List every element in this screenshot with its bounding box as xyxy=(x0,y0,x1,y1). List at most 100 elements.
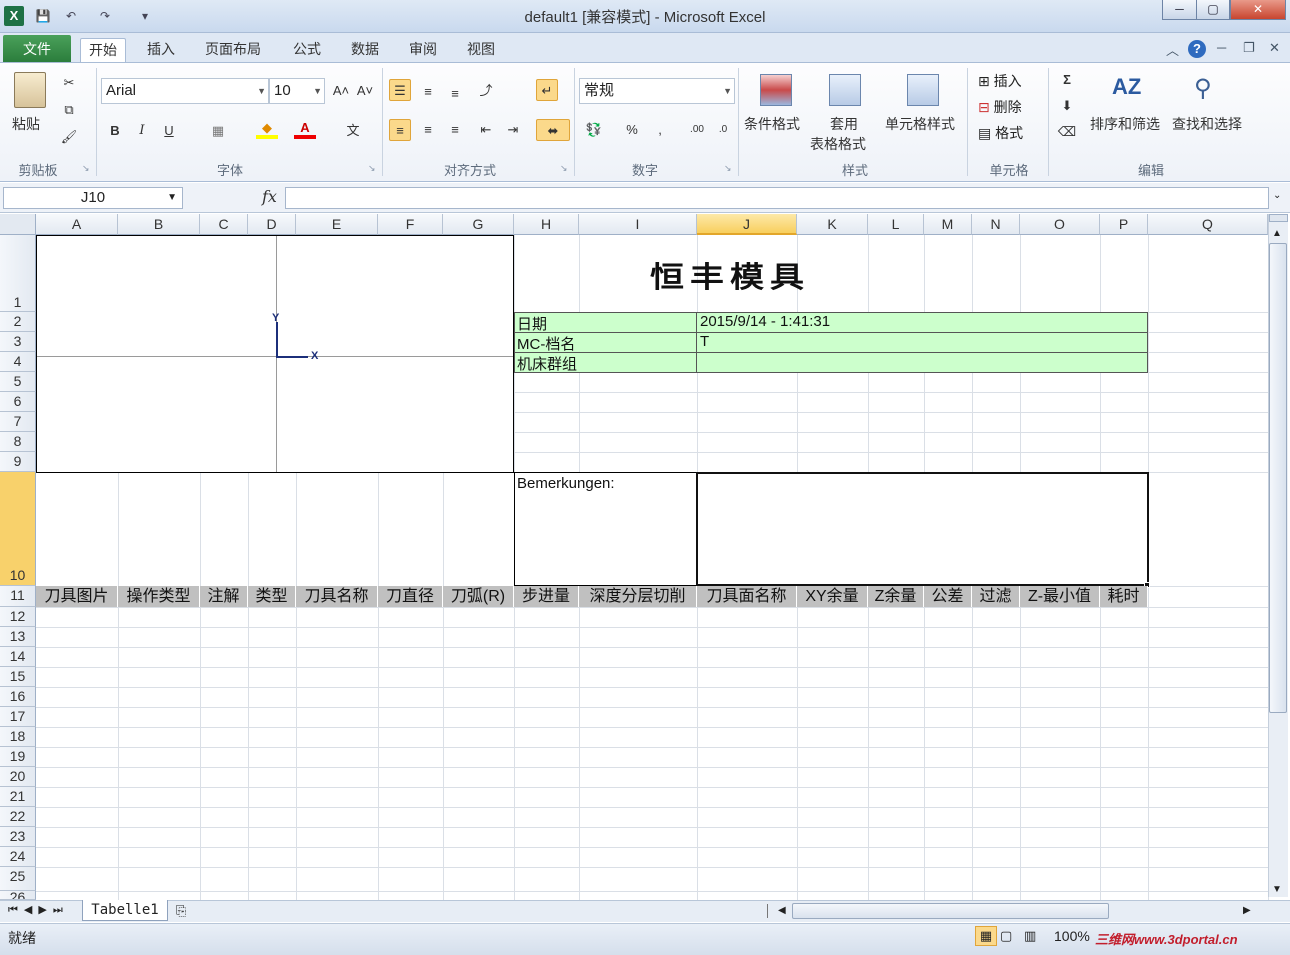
insert-cells-button[interactable]: ⊞ 插入 xyxy=(978,71,1022,91)
border-icon[interactable]: ▦ xyxy=(207,120,229,142)
cut-icon[interactable]: ✂ xyxy=(58,72,80,94)
percent-button[interactable]: % xyxy=(621,119,643,141)
header-tool-name[interactable]: 刀具名称 xyxy=(296,586,378,607)
column-header-c[interactable]: C xyxy=(200,214,248,235)
row-header-7[interactable]: 7 xyxy=(0,412,36,432)
doc-minimize-icon[interactable]: ─ xyxy=(1217,40,1226,55)
header-comment[interactable]: 注解 xyxy=(200,586,248,607)
find-select-icon[interactable]: ⚲ xyxy=(1194,74,1212,103)
tab-split-handle[interactable] xyxy=(767,904,768,918)
row-header-6[interactable]: 6 xyxy=(0,392,36,412)
chevron-down-icon[interactable]: ▼ xyxy=(167,188,177,208)
page-layout-view-icon[interactable]: ▢ xyxy=(1000,928,1012,944)
tab-formulas[interactable]: 公式 xyxy=(285,38,329,63)
next-sheet-icon[interactable]: ▶ xyxy=(38,904,52,916)
row-header-20[interactable]: 20 xyxy=(0,767,36,787)
select-all-corner[interactable] xyxy=(0,214,36,235)
tab-data[interactable]: 数据 xyxy=(343,38,387,63)
sheet-tab-tabelle1[interactable]: Tabelle1 xyxy=(82,900,168,921)
header-stepover[interactable]: 步进量 xyxy=(514,586,579,607)
scroll-right-icon[interactable]: ▶ xyxy=(1243,905,1251,916)
find-select-button[interactable]: 查找和选择 xyxy=(1172,114,1242,134)
italic-button[interactable]: I xyxy=(131,120,153,142)
row-header-14[interactable]: 14 xyxy=(0,647,36,667)
prev-sheet-icon[interactable]: ◀ xyxy=(24,904,38,916)
new-sheet-icon[interactable]: ⎘ xyxy=(176,903,186,919)
header-tool-plane[interactable]: 刀具面名称 xyxy=(697,586,797,607)
tab-file[interactable]: 文件 xyxy=(3,35,71,63)
font-dialog-launcher-icon[interactable]: ↘ xyxy=(368,163,376,174)
clipboard-dialog-launcher-icon[interactable]: ↘ xyxy=(82,163,90,174)
align-bottom-icon[interactable]: ≡ xyxy=(444,83,466,105)
column-header-a[interactable]: A xyxy=(36,214,118,235)
cell-styles-icon[interactable] xyxy=(907,74,939,106)
row-header-8[interactable]: 8 xyxy=(0,432,36,452)
align-left-icon[interactable]: ≡ xyxy=(389,119,411,141)
sheet-nav-icons[interactable]: ⏮◀▶⏭ xyxy=(8,903,69,917)
insert-function-icon[interactable]: fx xyxy=(262,187,277,206)
doc-restore-icon[interactable]: ❐ xyxy=(1243,40,1255,56)
format-cells-button[interactable]: ▤ 格式 xyxy=(978,123,1023,143)
font-size-combo[interactable]: 10 ▼ xyxy=(269,78,325,104)
font-color-icon[interactable]: A xyxy=(294,117,316,139)
row-header-25[interactable]: 25 xyxy=(0,867,36,891)
header-z-stock[interactable]: Z余量 xyxy=(868,586,924,607)
scroll-up-icon[interactable]: ▲ xyxy=(1272,228,1282,239)
format-painter-icon[interactable]: 🖌 xyxy=(58,126,80,148)
wrap-text-icon[interactable]: ↵ xyxy=(536,79,558,101)
header-xy-stock[interactable]: XY余量 xyxy=(797,586,868,607)
date-label[interactable]: 日期 xyxy=(517,313,547,334)
header-type[interactable]: 类型 xyxy=(248,586,296,607)
row-header-17[interactable]: 17 xyxy=(0,707,36,727)
format-table-icon[interactable] xyxy=(829,74,861,106)
header-operation-type[interactable]: 操作类型 xyxy=(118,586,200,607)
last-sheet-icon[interactable]: ⏭ xyxy=(53,904,69,916)
tab-home[interactable]: 开始 xyxy=(80,38,126,63)
align-top-icon[interactable]: ☰ xyxy=(389,79,411,101)
row-header-4[interactable]: 4 xyxy=(0,352,36,372)
fill-icon[interactable]: ⬇ xyxy=(1056,95,1078,117)
minimize-button[interactable]: ─ xyxy=(1162,0,1197,20)
align-middle-icon[interactable]: ≡ xyxy=(417,81,439,103)
tab-review[interactable]: 审阅 xyxy=(401,38,445,63)
column-header-h[interactable]: H xyxy=(514,214,579,235)
font-name-combo[interactable]: Arial ▼ xyxy=(101,78,269,104)
delete-cells-button[interactable]: ⊟ 删除 xyxy=(978,97,1022,117)
tab-page-layout[interactable]: 页面布局 xyxy=(197,38,269,63)
column-header-i[interactable]: I xyxy=(579,214,697,235)
alignment-dialog-launcher-icon[interactable]: ↘ xyxy=(560,163,568,174)
row-header-18[interactable]: 18 xyxy=(0,727,36,747)
mc-file-value[interactable]: T xyxy=(700,333,709,350)
scroll-down-icon[interactable]: ▼ xyxy=(1272,884,1282,895)
cell-styles-button[interactable]: 单元格样式 xyxy=(885,114,955,134)
align-right-icon[interactable]: ≡ xyxy=(444,119,466,141)
row-header-15[interactable]: 15 xyxy=(0,667,36,687)
currency-icon[interactable]: 💱 xyxy=(583,119,605,141)
copy-icon[interactable]: ⧉ xyxy=(58,99,80,121)
column-header-f[interactable]: F xyxy=(378,214,443,235)
column-header-j[interactable]: J xyxy=(697,214,797,235)
row-header-9[interactable]: 9 xyxy=(0,452,36,472)
mc-file-label[interactable]: MC-档名 xyxy=(517,333,575,354)
merge-center-icon[interactable]: ⬌ xyxy=(536,119,570,141)
clear-icon[interactable]: ⌫ xyxy=(1056,121,1078,143)
header-time[interactable]: 耗时 xyxy=(1100,586,1148,607)
grow-font-icon[interactable]: A˄ xyxy=(330,80,352,102)
tab-view[interactable]: 视图 xyxy=(459,38,503,63)
column-header-l[interactable]: L xyxy=(868,214,924,235)
scroll-left-icon[interactable]: ◀ xyxy=(778,905,786,916)
paste-button[interactable]: 粘贴 xyxy=(12,114,40,134)
header-tolerance[interactable]: 公差 xyxy=(924,586,972,607)
row-header-2[interactable]: 2 xyxy=(0,312,36,332)
row-header-24[interactable]: 24 xyxy=(0,847,36,867)
machine-group-label[interactable]: 机床群组 xyxy=(517,353,577,374)
phonetic-icon[interactable]: 文 xyxy=(342,120,364,142)
autosum-icon[interactable]: Σ xyxy=(1056,69,1078,91)
column-header-q[interactable]: Q xyxy=(1148,214,1268,235)
conditional-format-icon[interactable] xyxy=(760,74,792,106)
expand-formula-icon[interactable]: ⌄ xyxy=(1273,190,1281,201)
row-header-26[interactable]: 26 xyxy=(0,891,36,900)
horizontal-scroll-thumb[interactable] xyxy=(792,903,1109,919)
sort-filter-icon[interactable]: AZ xyxy=(1112,74,1141,100)
row-header-23[interactable]: 23 xyxy=(0,827,36,847)
